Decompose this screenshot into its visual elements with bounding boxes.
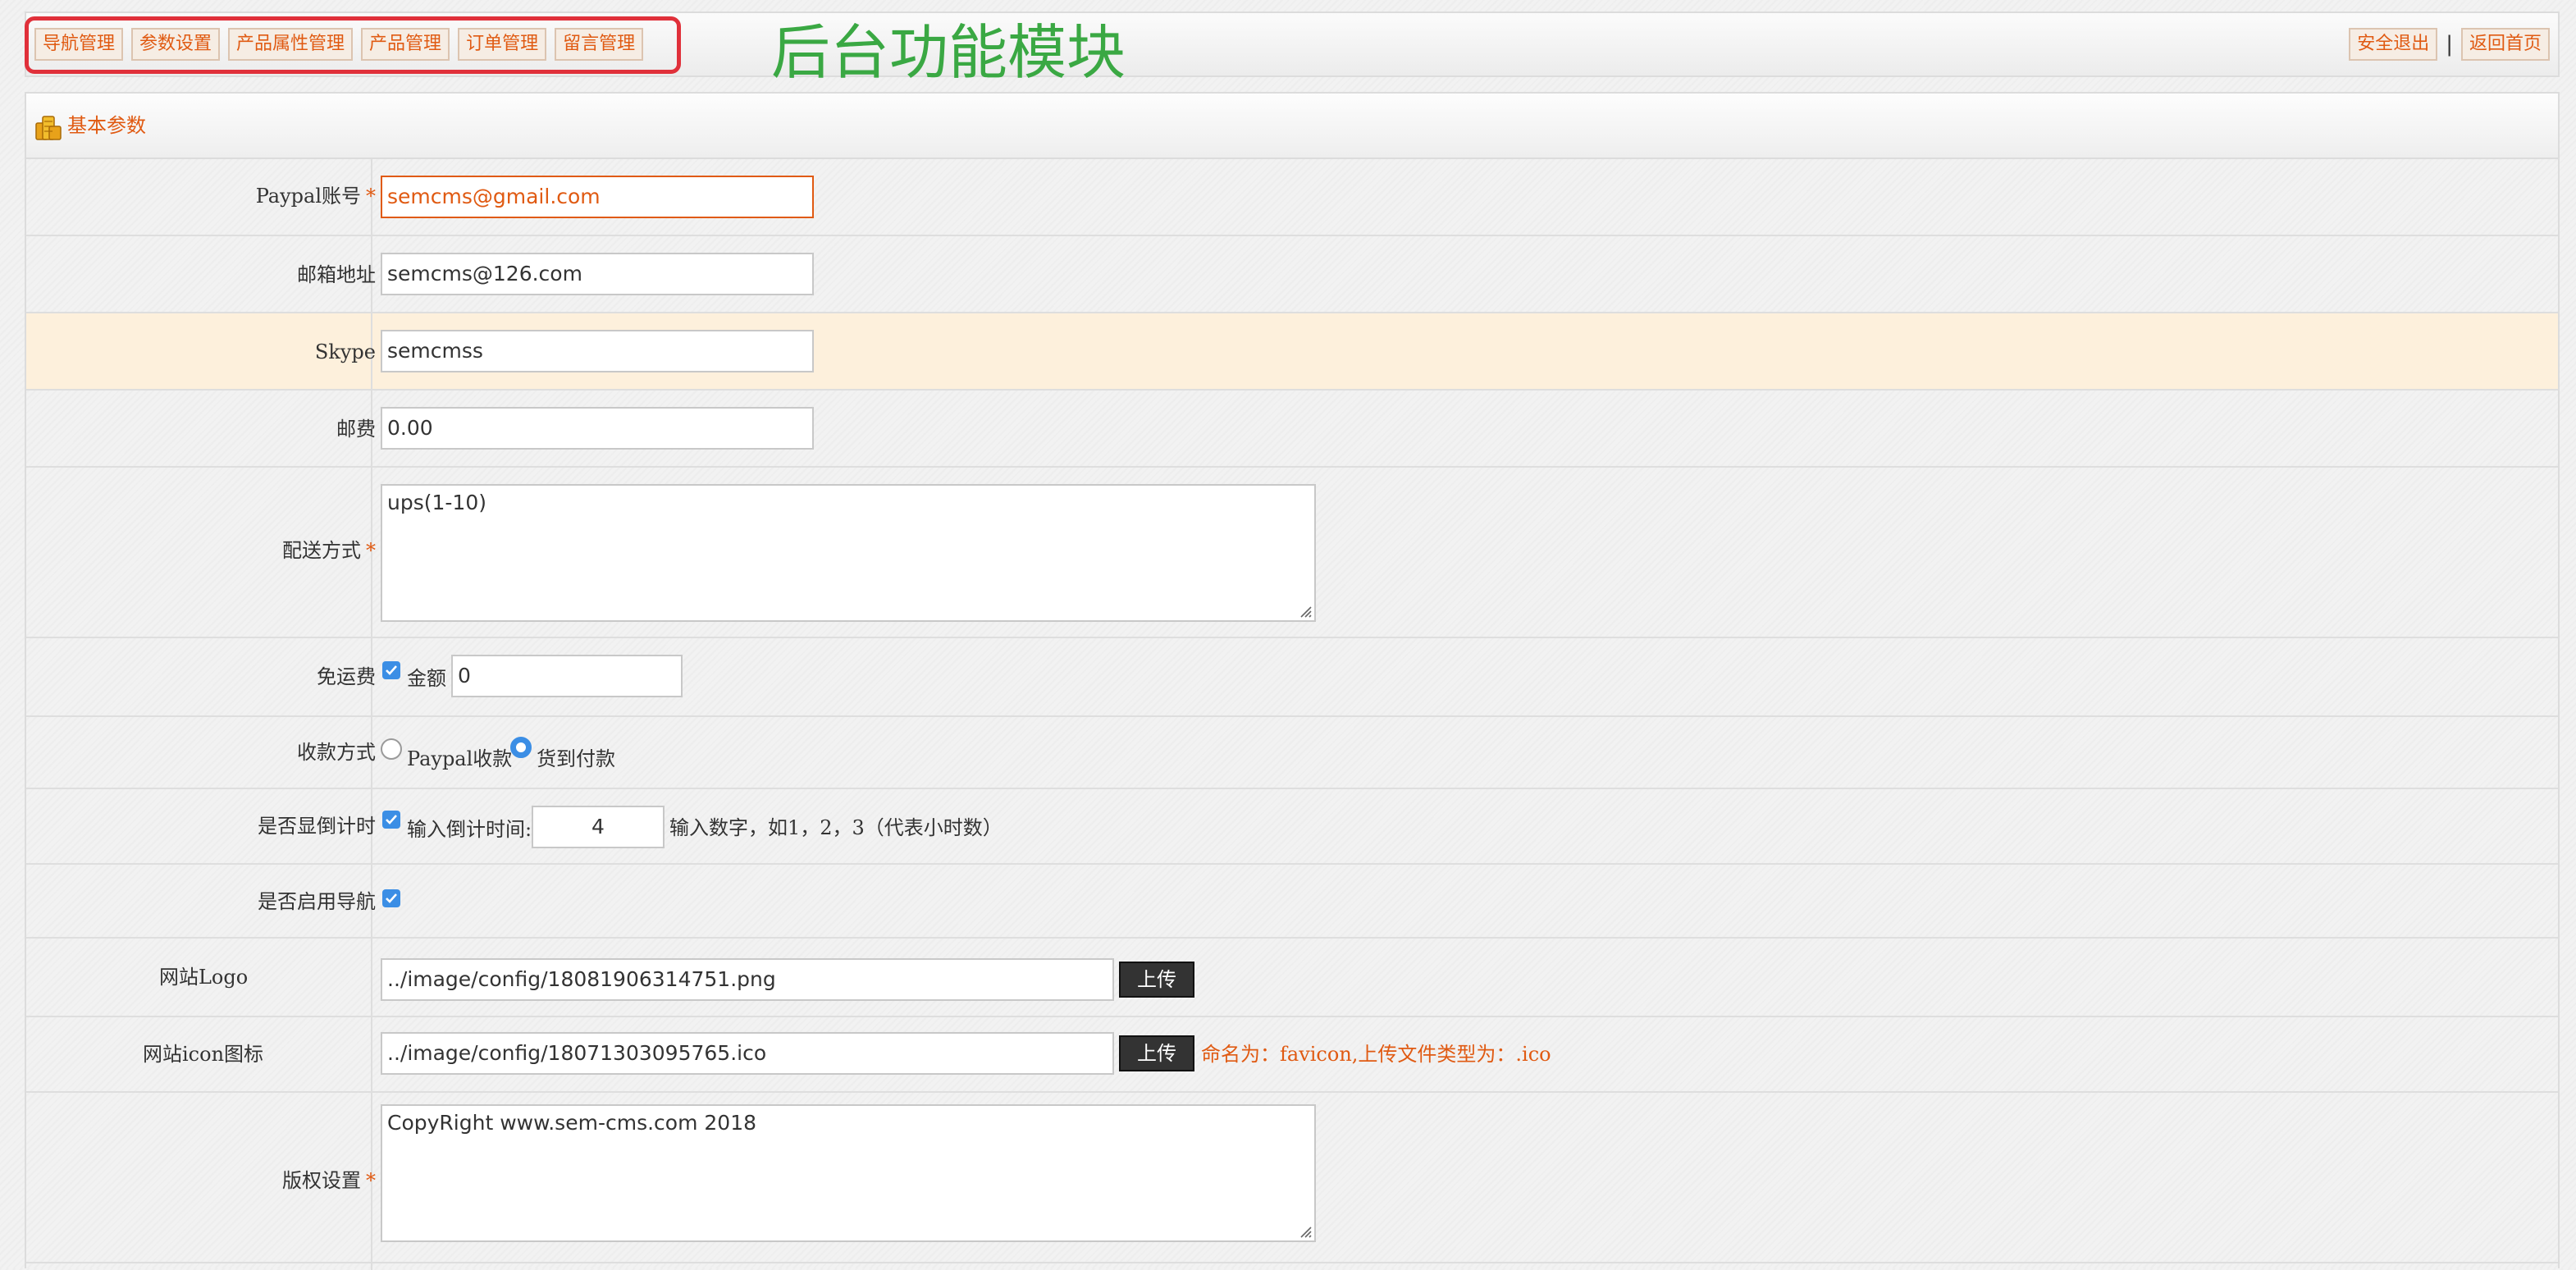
panel-header: 基本参数 — [26, 94, 2558, 159]
postage-input[interactable]: 0.00 — [381, 407, 814, 450]
panel-title: 基本参数 — [67, 114, 146, 137]
row-paypal: Paypal账号 * semcms@gmail.com — [26, 159, 2558, 236]
check-icon — [386, 893, 397, 903]
icon-hint: 命名为：favicon,上传文件类型为：.ico — [1201, 1043, 1551, 1066]
logo-upload-button[interactable]: 上传 — [1119, 962, 1194, 998]
basic-params-panel: 基本参数 Paypal账号 * semcms@gmail.com 邮箱地址 sem… — [25, 92, 2560, 1270]
email-label: 邮箱地址 — [297, 263, 376, 286]
enable-nav-label: 是否启用导航 — [258, 890, 376, 913]
skype-label: Skype — [314, 340, 376, 363]
copyright-label: 版权设置 * — [282, 1169, 376, 1192]
countdown-label: 是否显倒计时 — [258, 815, 376, 838]
countdown-hint: 输入数字，如1，2，3（代表小时数） — [669, 816, 1003, 839]
shipping-label: 配送方式 * — [282, 539, 376, 562]
payment-radio-paypal[interactable] — [381, 738, 402, 760]
logo-label: 网站Logo — [159, 966, 249, 989]
logout-button[interactable]: 安全退出 — [2349, 28, 2438, 61]
icon-upload-button[interactable]: 上传 — [1119, 1035, 1194, 1071]
amount-input[interactable]: 0 — [451, 655, 683, 697]
countdown-input[interactable]: 4 — [532, 806, 665, 848]
row-next — [26, 1263, 2558, 1270]
resize-grip-icon[interactable] — [1296, 1222, 1313, 1239]
row-shipping: 配送方式 * ups(1-10) — [26, 468, 2558, 638]
payment-radio-cod[interactable] — [510, 737, 532, 758]
nav-product-attributes[interactable]: 产品属性管理 — [228, 28, 354, 61]
enable-nav-checkbox[interactable] — [382, 889, 400, 907]
row-copyright: 版权设置 * CopyRight www.sem-cms.com 2018 — [26, 1093, 2558, 1263]
module-nav: 导航管理 参数设置 产品属性管理 产品管理 订单管理 留言管理 — [34, 28, 644, 61]
row-skype: Skype semcmss — [26, 313, 2558, 391]
row-logo: 网站Logo ../image/config/18081906314751.pn… — [26, 939, 2558, 1017]
postage-label: 邮费 — [336, 418, 376, 441]
nav-nav-management[interactable]: 导航管理 — [34, 28, 124, 61]
icon-path-input[interactable]: ../image/config/18071303095765.ico — [381, 1032, 1114, 1075]
row-postage: 邮费 0.00 — [26, 391, 2558, 468]
resize-grip-icon[interactable] — [1296, 602, 1313, 619]
row-free-shipping: 免运费 金额 0 — [26, 638, 2558, 717]
nav-parameter-settings[interactable]: 参数设置 — [131, 28, 221, 61]
email-input[interactable]: semcms@126.com — [381, 253, 814, 295]
free-shipping-checkbox[interactable] — [382, 661, 400, 679]
logo-path-input[interactable]: ../image/config/18081906314751.png — [381, 958, 1114, 1001]
row-icon: 网站icon图标 ../image/config/18071303095765.… — [26, 1017, 2558, 1093]
check-icon — [386, 815, 397, 825]
coins-icon — [35, 116, 62, 140]
countdown-checkbox[interactable] — [382, 811, 400, 829]
payment-option-paypal: Paypal收款 — [407, 747, 513, 770]
nav-product-management[interactable]: 产品管理 — [361, 28, 450, 61]
amount-label: 金额 — [407, 667, 446, 690]
nav-order-management[interactable]: 订单管理 — [458, 28, 547, 61]
row-enable-nav: 是否启用导航 — [26, 865, 2558, 939]
shipping-textarea[interactable]: ups(1-10) — [381, 484, 1316, 622]
icon-label: 网站icon图标 — [143, 1043, 264, 1066]
payment-option-cod: 货到付款 — [537, 747, 615, 770]
nav-message-management[interactable]: 留言管理 — [555, 28, 644, 61]
skype-input[interactable]: semcmss — [381, 330, 814, 372]
paypal-input[interactable]: semcms@gmail.com — [381, 176, 814, 218]
countdown-input-label: 输入倒计时间: — [407, 818, 532, 841]
home-button[interactable]: 返回首页 — [2460, 28, 2550, 61]
paypal-label: Paypal账号 * — [255, 185, 376, 208]
row-email: 邮箱地址 semcms@126.com — [26, 236, 2558, 313]
copyright-textarea[interactable]: CopyRight www.sem-cms.com 2018 — [381, 1104, 1316, 1242]
free-shipping-label: 免运费 — [317, 665, 376, 688]
payment-label: 收款方式 — [297, 741, 376, 764]
annotation-title: 后台功能模块 — [771, 18, 1126, 87]
action-separator: | — [2446, 32, 2453, 57]
top-actions: 安全退出 | 返回首页 — [2349, 28, 2550, 61]
check-icon — [386, 665, 397, 675]
row-payment: 收款方式 Paypal收款 货到付款 — [26, 717, 2558, 789]
row-countdown: 是否显倒计时 输入倒计时间: 4 输入数字，如1，2，3（代表小时数） — [26, 789, 2558, 865]
